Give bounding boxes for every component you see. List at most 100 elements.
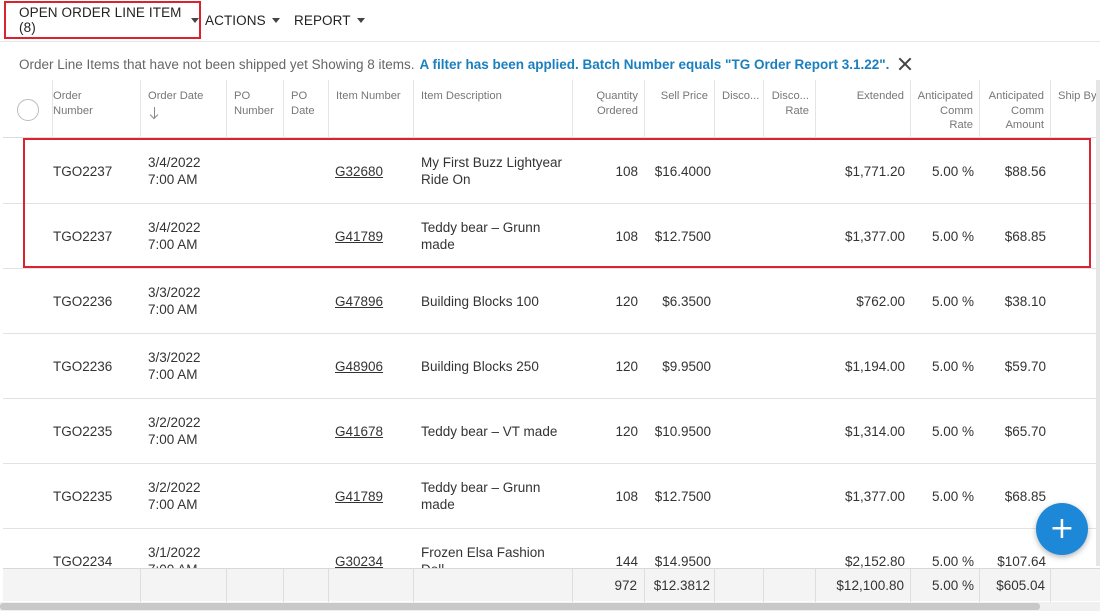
add-button[interactable]: + — [1036, 503, 1088, 555]
order-date: 3/2/2022 7:00 AM — [148, 399, 228, 463]
sell-price: $9.9500 — [662, 358, 711, 374]
anticipated-comm-rate: 5.00 % — [931, 228, 974, 244]
total-comm-amount-value: $605.04 — [996, 578, 1045, 593]
clear-filter-icon[interactable] — [898, 57, 912, 71]
item-description-line1: Teddy bear – Grunn — [421, 480, 541, 495]
quantity-ordered: 108 — [615, 488, 638, 504]
item-description-line2: made — [421, 497, 455, 512]
col-ship-by[interactable]: Ship By — [1051, 80, 1100, 138]
anticipated-comm-amount: $59.70 — [1004, 358, 1046, 374]
col-po-number[interactable]: PO Number — [227, 80, 284, 138]
item-number-cell: G41678 — [335, 399, 410, 463]
order-number: TGO2235 — [53, 488, 113, 504]
col-po-date[interactable]: PO Date — [284, 80, 329, 138]
item-number-link[interactable]: G48906 — [335, 358, 383, 375]
total-extended: $12,100.80 — [816, 569, 911, 602]
total-quantity-value: 972 — [614, 578, 637, 593]
horizontal-scrollbar[interactable] — [0, 602, 1100, 611]
table-row[interactable]: TGO2236 3/3/2022 7:00 AM G47896 Building Blo… — [3, 269, 1100, 334]
col-discount-rate[interactable]: Disco... Rate — [764, 80, 816, 138]
col-sell-price-label: Sell Price — [660, 90, 708, 102]
table-row[interactable]: TGO2237 3/4/2022 7:00 AM G41789 Teddy bear –… — [3, 204, 1100, 269]
col-quantity-line2: Ordered — [596, 104, 638, 117]
footer-cell — [764, 569, 816, 602]
footer-cell — [141, 569, 227, 602]
item-description-line1: Building Blocks 250 — [421, 358, 539, 374]
average-sell-price: $12.3812 — [645, 569, 715, 602]
order-date: 3/4/2022 7:00 AM — [148, 204, 228, 268]
report-menu[interactable]: REPORT — [294, 0, 365, 40]
sell-price: $10.9500 — [654, 423, 711, 439]
item-description-line1: Building Blocks 100 — [421, 293, 539, 309]
actions-menu[interactable]: ACTIONS — [205, 0, 280, 40]
col-extended[interactable]: Extended — [816, 80, 911, 138]
sell-price: $6.3500 — [662, 293, 711, 309]
actions-label: ACTIONS — [205, 12, 266, 28]
average-sell-price-value: $12.3812 — [653, 578, 710, 593]
table-row[interactable]: TGO2235 3/2/2022 7:00 AM G41789 Teddy bear –… — [3, 464, 1100, 529]
extended-amount: $1,377.00 — [844, 488, 905, 504]
col-anticipated-comm-amount[interactable]: Anticipated Comm Amount — [980, 80, 1051, 138]
extended-amount: $1,771.20 — [844, 163, 905, 179]
col-item-description-label: Item Description — [421, 90, 502, 102]
report-label: REPORT — [294, 12, 351, 28]
col-order-date[interactable]: Order Date — [141, 80, 227, 138]
col-comm-rate-line1: Anticipated — [917, 90, 973, 102]
col-anticipated-comm-rate[interactable]: Anticipated Comm Rate — [911, 80, 980, 138]
order-date-day: 3/2/2022 — [148, 480, 201, 495]
col-comm-amount-line2: Comm — [1011, 104, 1044, 117]
anticipated-comm-amount: $38.10 — [1004, 293, 1046, 309]
quantity-ordered: 120 — [615, 293, 638, 309]
quantity-ordered: 120 — [615, 423, 638, 439]
item-description-line1: Teddy bear – VT made — [421, 423, 558, 439]
open-order-line-item-menu[interactable]: OPEN ORDER LINE ITEM (8) — [4, 1, 201, 39]
table-row[interactable]: TGO2236 3/3/2022 7:00 AM G48906 Building Blo… — [3, 334, 1100, 399]
sell-price: $12.7500 — [654, 228, 711, 244]
order-number: TGO2237 — [53, 163, 113, 179]
item-number-link[interactable]: G30234 — [335, 553, 383, 570]
anticipated-comm-rate: 5.00 % — [931, 293, 974, 309]
col-item-description[interactable]: Item Description — [414, 80, 573, 138]
item-description: Teddy bear – Grunn made — [421, 464, 571, 528]
select-all-checkbox[interactable] — [17, 99, 39, 121]
table-row[interactable]: TGO2235 3/2/2022 7:00 AM G41678 Teddy bear –… — [3, 399, 1100, 464]
item-number-link[interactable]: G32680 — [335, 163, 383, 180]
footer-cell — [329, 569, 414, 602]
col-po-date-line2: Date — [291, 104, 315, 117]
footer-cell — [284, 569, 329, 602]
order-date: 3/2/2022 7:00 AM — [148, 464, 228, 528]
item-number-cell: G41789 — [335, 204, 410, 268]
col-discount[interactable]: Disco... — [715, 80, 764, 138]
col-sell-price[interactable]: Sell Price — [645, 80, 715, 138]
order-number: TGO2236 — [53, 358, 113, 374]
order-date-day: 3/4/2022 — [148, 220, 201, 235]
item-description-line1: Teddy bear – Grunn — [421, 220, 541, 235]
col-discount-rate-line1: Disco... — [771, 90, 809, 102]
scroll-thumb[interactable] — [0, 603, 1040, 610]
filter-description[interactable]: A filter has been applied. Batch Number … — [419, 57, 889, 72]
col-discount-rate-line2: Rate — [785, 104, 809, 117]
footer-cell — [227, 569, 284, 602]
order-date-day: 3/3/2022 — [148, 350, 201, 365]
order-date-time: 7:00 AM — [148, 432, 198, 447]
footer-cell — [715, 569, 764, 602]
vertical-scrollbar[interactable] — [1096, 80, 1100, 566]
table-header: Order Number Order Date PO Number PO Dat… — [3, 80, 1100, 138]
item-description-line2: Ride On — [421, 172, 471, 187]
item-number-link[interactable]: G47896 — [335, 293, 383, 310]
item-number-link[interactable]: G41789 — [335, 488, 383, 505]
col-quantity-ordered[interactable]: Quantity Ordered — [573, 80, 645, 138]
anticipated-comm-rate: 5.00 % — [931, 163, 974, 179]
table-row[interactable]: TGO2237 3/4/2022 7:00 AM G32680 My First Buz… — [3, 139, 1100, 204]
col-item-number[interactable]: Item Number — [329, 80, 414, 138]
col-comm-rate-line3: Rate — [949, 119, 973, 131]
item-number-link[interactable]: G41678 — [335, 423, 383, 440]
item-number-cell: G41789 — [335, 464, 410, 528]
item-description: My First Buzz Lightyear Ride On — [421, 139, 571, 203]
col-order-number[interactable]: Order Number — [53, 80, 141, 138]
order-date: 3/4/2022 7:00 AM — [148, 139, 228, 203]
order-date-day: 3/4/2022 — [148, 155, 201, 170]
item-number-link[interactable]: G41789 — [335, 228, 383, 245]
extended-amount: $1,377.00 — [844, 228, 905, 244]
anticipated-comm-amount: $65.70 — [1004, 423, 1046, 439]
